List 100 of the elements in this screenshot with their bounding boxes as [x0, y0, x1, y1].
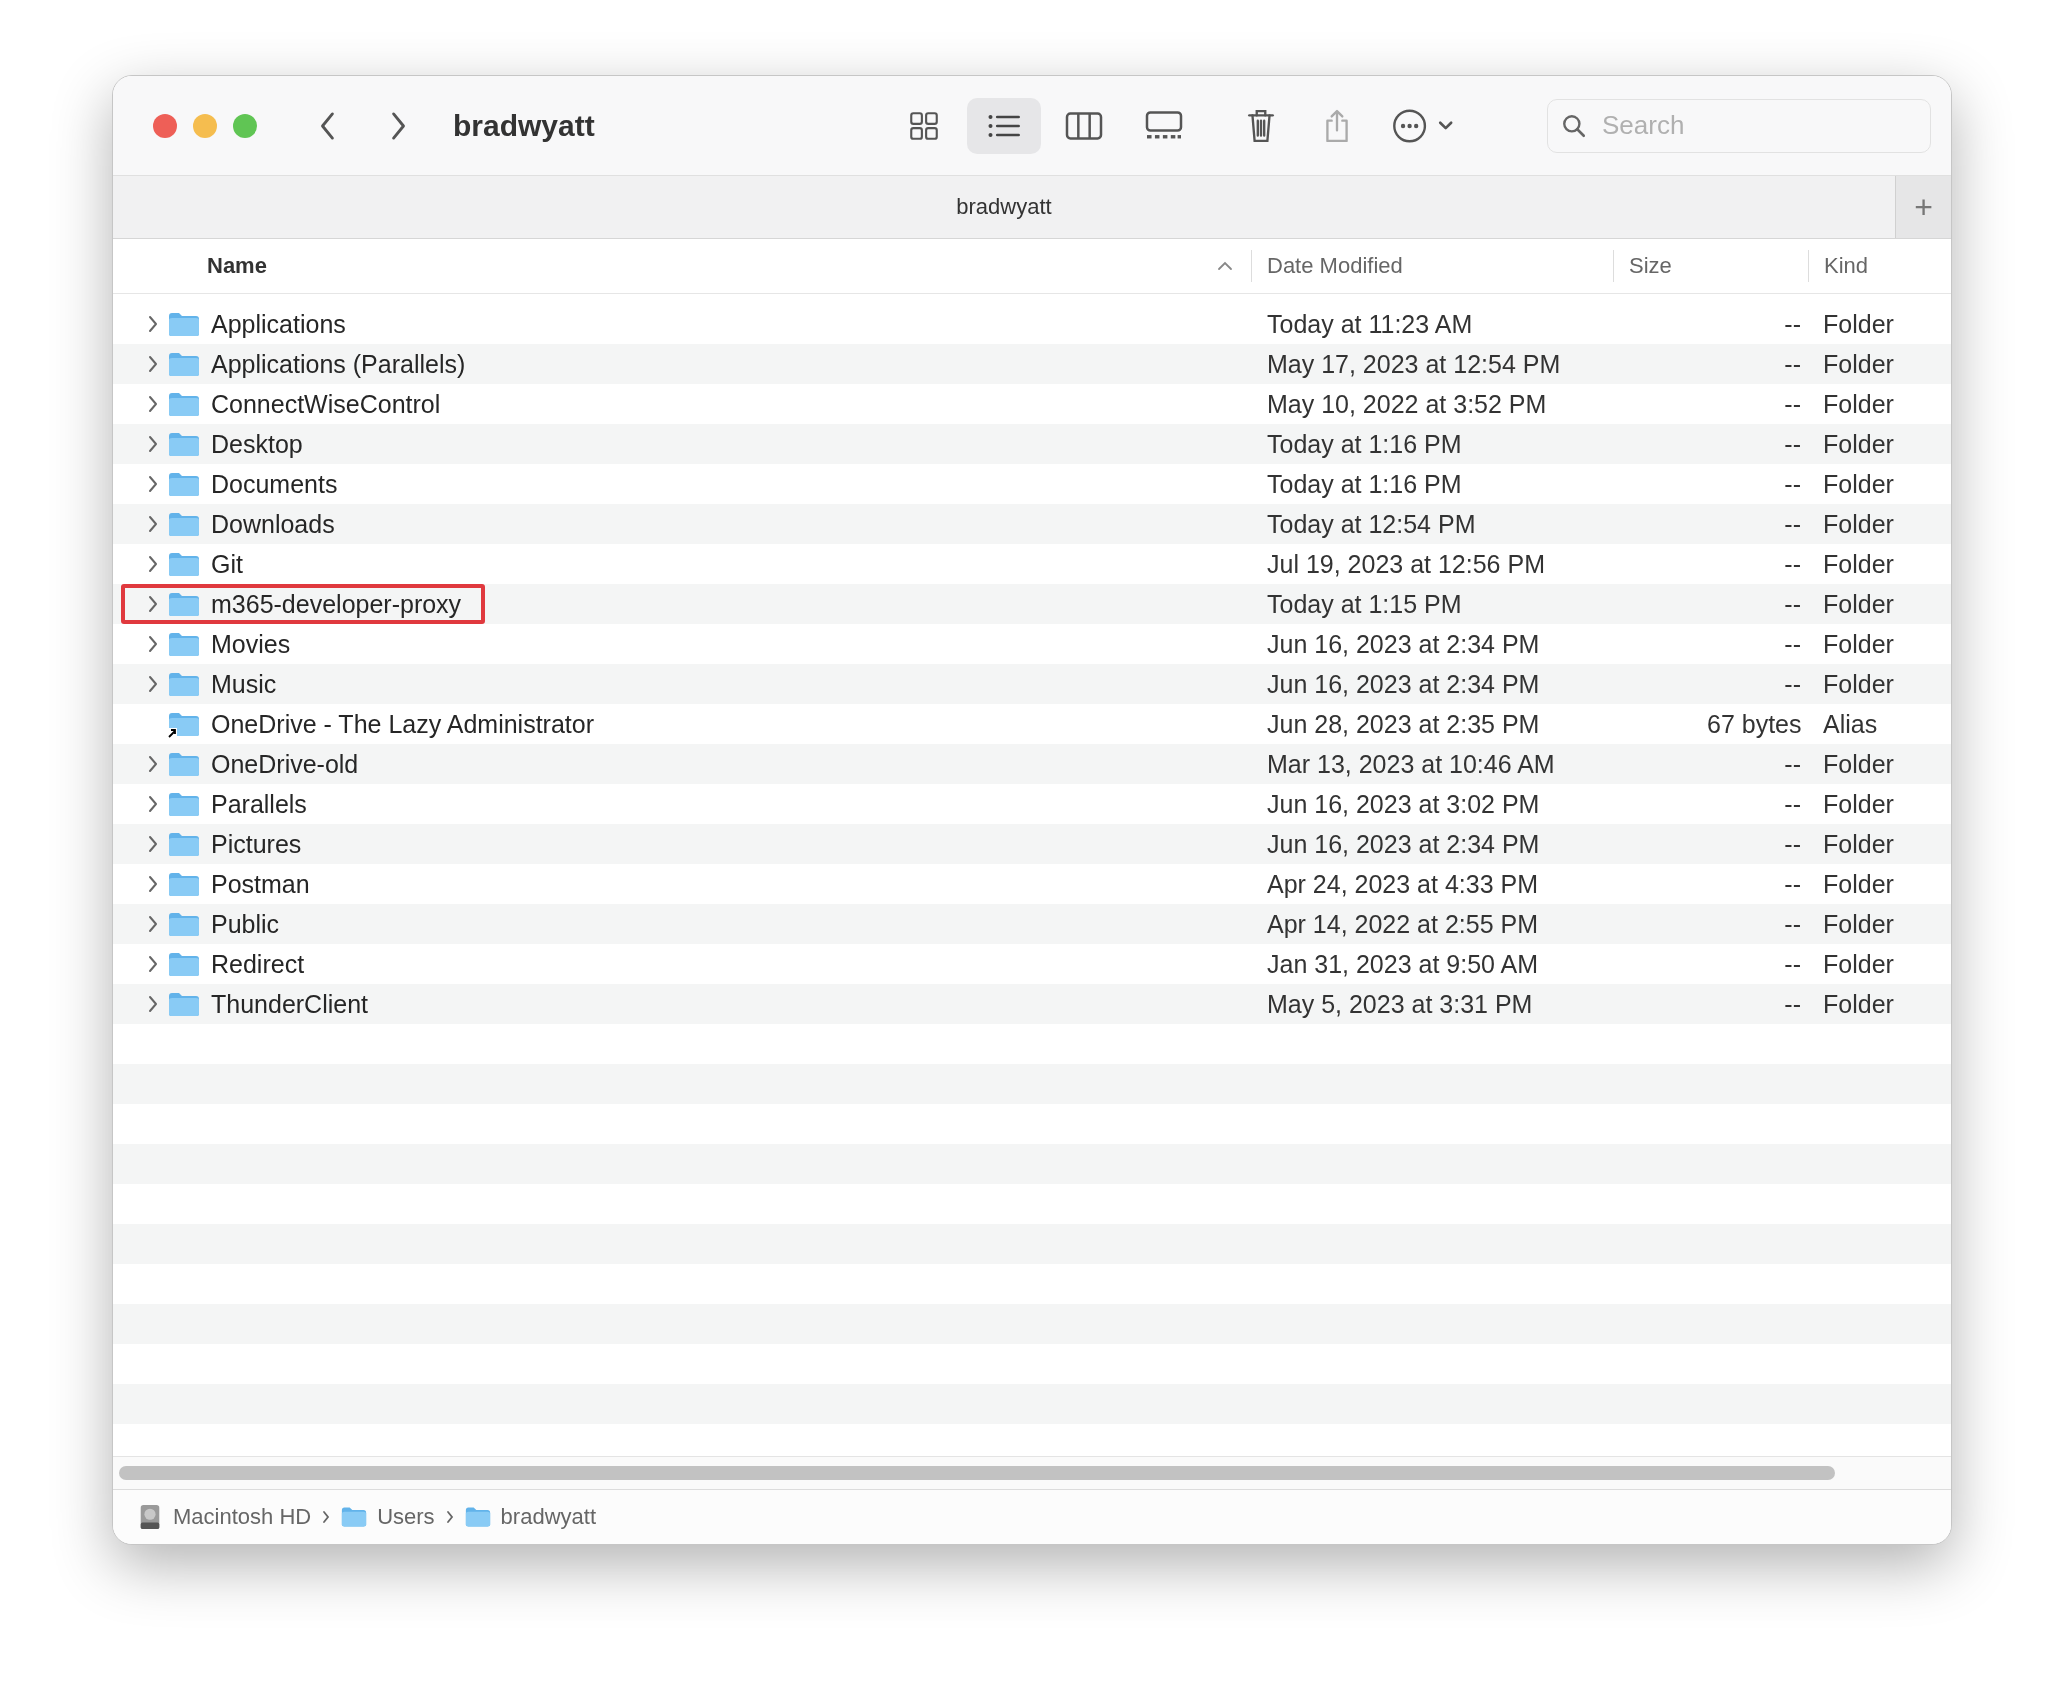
file-name: OneDrive-old — [211, 749, 359, 779]
file-name: m365-developer-proxy — [211, 589, 462, 619]
disclosure-chevron-icon[interactable] — [147, 914, 159, 934]
disclosure-chevron-icon[interactable] — [147, 954, 159, 974]
file-row[interactable]: ConnectWiseControl May 10, 2022 at 3:52 PM -- Folder — [113, 384, 1951, 424]
file-row[interactable]: Postman Apr 24, 2023 at 4:33 PM -- Folder — [113, 864, 1951, 904]
path-item[interactable]: Macintosh HD — [173, 1504, 312, 1530]
disclosure-chevron-icon[interactable] — [147, 434, 159, 454]
date-modified: Jun 16, 2023 at 3:02 PM — [1267, 789, 1541, 819]
date-modified: Today at 1:15 PM — [1267, 589, 1463, 619]
disclosure-chevron-icon[interactable] — [147, 874, 159, 894]
file-name: Git — [211, 549, 243, 579]
file-row[interactable]: m365-developer-proxy Today at 1:15 PM -- Folder — [113, 584, 1951, 624]
date-modified: Apr 14, 2022 at 2:55 PM — [1267, 909, 1539, 939]
disclosure-chevron-icon[interactable] — [147, 634, 159, 654]
file-size: -- — [1783, 349, 1801, 379]
column-header[interactable]: Date Modified — [1267, 253, 1403, 279]
close-button[interactable] — [153, 113, 177, 138]
file-row[interactable]: Documents Today at 1:16 PM -- Folder — [113, 464, 1951, 504]
disclosure-chevron-icon[interactable] — [147, 354, 159, 374]
folder-icon — [167, 790, 201, 818]
window-title: bradwyatt — [453, 108, 595, 143]
folder-icon — [167, 990, 201, 1018]
file-row[interactable]: Parallels Jun 16, 2023 at 3:02 PM -- Folder — [113, 784, 1951, 824]
file-kind: Folder — [1823, 989, 1894, 1019]
column-header[interactable]: Size — [1629, 253, 1672, 279]
date-modified: May 5, 2023 at 3:31 PM — [1267, 989, 1534, 1019]
file-size: -- — [1783, 749, 1801, 779]
disclosure-chevron-icon[interactable] — [147, 514, 159, 534]
date-modified: Jan 31, 2023 at 9:50 AM — [1267, 949, 1540, 979]
disclosure-chevron-icon[interactable] — [147, 594, 159, 614]
folder-icon — [167, 870, 201, 898]
file-row[interactable]: OneDrive - The Lazy Administrator Jun 28, 2023 at 2:35 PM 67 bytes Alias — [113, 704, 1951, 744]
alias-folder-icon — [167, 710, 201, 738]
file-name: Music — [211, 669, 277, 699]
disclosure-chevron-icon[interactable] — [147, 474, 159, 494]
file-size: -- — [1783, 469, 1801, 499]
date-modified: Jun 16, 2023 at 2:34 PM — [1267, 629, 1541, 659]
folder-icon — [167, 310, 201, 338]
tab[interactable]: bradwyatt — [113, 194, 1895, 220]
file-size: -- — [1783, 309, 1801, 339]
file-size: -- — [1783, 989, 1801, 1019]
date-modified: Jun 16, 2023 at 2:34 PM — [1267, 669, 1541, 699]
folder-icon — [167, 630, 201, 658]
file-row[interactable]: Applications Today at 11:23 AM -- Folder — [113, 304, 1951, 344]
file-size: -- — [1783, 429, 1801, 459]
date-modified: Apr 24, 2023 at 4:33 PM — [1267, 869, 1539, 899]
disclosure-chevron-icon[interactable] — [147, 834, 159, 854]
file-size: -- — [1783, 669, 1801, 699]
file-kind: Folder — [1823, 429, 1894, 459]
file-row[interactable]: Desktop Today at 1:16 PM -- Folder — [113, 424, 1951, 464]
horizontal-scrollbar[interactable] — [119, 1466, 1835, 1480]
file-kind: Folder — [1823, 549, 1894, 579]
file-row[interactable]: Music Jun 16, 2023 at 2:34 PM -- Folder — [113, 664, 1951, 704]
folder-icon — [167, 350, 201, 378]
column-header[interactable]: Name — [207, 253, 267, 279]
date-modified: May 17, 2023 at 12:54 PM — [1267, 349, 1562, 379]
file-name: Parallels — [211, 789, 307, 819]
file-name: OneDrive - The Lazy Administrator — [211, 709, 595, 739]
date-modified: Jul 19, 2023 at 12:56 PM — [1267, 549, 1546, 579]
file-row[interactable]: ThunderClient May 5, 2023 at 3:31 PM -- Folder — [113, 984, 1951, 1024]
file-size: -- — [1783, 589, 1801, 619]
file-name: Pictures — [211, 829, 302, 859]
file-row[interactable]: Pictures Jun 16, 2023 at 2:34 PM -- Folder — [113, 824, 1951, 864]
column-header[interactable]: Kind — [1824, 253, 1869, 279]
disclosure-chevron-icon[interactable] — [147, 314, 159, 334]
file-row[interactable]: Git Jul 19, 2023 at 12:56 PM -- Folder — [113, 544, 1951, 584]
path-item[interactable]: bradwyatt — [500, 1504, 596, 1530]
file-kind: Folder — [1823, 789, 1894, 819]
file-row[interactable]: OneDrive-old Mar 13, 2023 at 10:46 AM -- Folder — [113, 744, 1951, 784]
file-row[interactable]: Movies Jun 16, 2023 at 2:34 PM -- Folder — [113, 624, 1951, 664]
file-name: ConnectWiseControl — [211, 389, 441, 419]
file-row[interactable]: Applications (Parallels) May 17, 2023 at 12:54 PM -- Folder — [113, 344, 1951, 384]
file-row[interactable]: Downloads Today at 12:54 PM -- Folder — [113, 504, 1951, 544]
list-view-button[interactable] — [967, 97, 1041, 154]
disclosure-chevron-icon[interactable] — [147, 674, 159, 694]
file-row[interactable]: Redirect Jan 31, 2023 at 9:50 AM -- Folder — [113, 944, 1951, 984]
file-name: Redirect — [211, 949, 305, 979]
file-kind: Folder — [1823, 469, 1894, 499]
disclosure-chevron-icon[interactable] — [147, 994, 159, 1014]
path-item[interactable]: Users — [377, 1504, 435, 1530]
path-separator-icon — [321, 1509, 332, 1525]
file-row[interactable]: Public Apr 14, 2022 at 2:55 PM -- Folder — [113, 904, 1951, 944]
folder-icon — [167, 950, 201, 978]
file-kind: Folder — [1823, 589, 1894, 619]
file-name: Applications — [211, 309, 346, 339]
disclosure-chevron-icon[interactable] — [147, 754, 159, 774]
new-tab-button[interactable]: + — [1895, 176, 1951, 238]
search-field[interactable]: Search — [1547, 98, 1931, 153]
disclosure-chevron-icon[interactable] — [147, 554, 159, 574]
file-kind: Folder — [1823, 949, 1894, 979]
disclosure-chevron-icon[interactable] — [147, 794, 159, 814]
folder-icon — [167, 910, 201, 938]
disclosure-chevron-icon[interactable] — [147, 394, 159, 414]
file-name: Desktop — [211, 429, 303, 459]
file-kind: Folder — [1823, 749, 1894, 779]
file-kind: Alias — [1823, 709, 1878, 739]
file-name: Applications (Parallels) — [211, 349, 466, 379]
folder-icon — [167, 550, 201, 578]
file-kind: Folder — [1823, 909, 1894, 939]
